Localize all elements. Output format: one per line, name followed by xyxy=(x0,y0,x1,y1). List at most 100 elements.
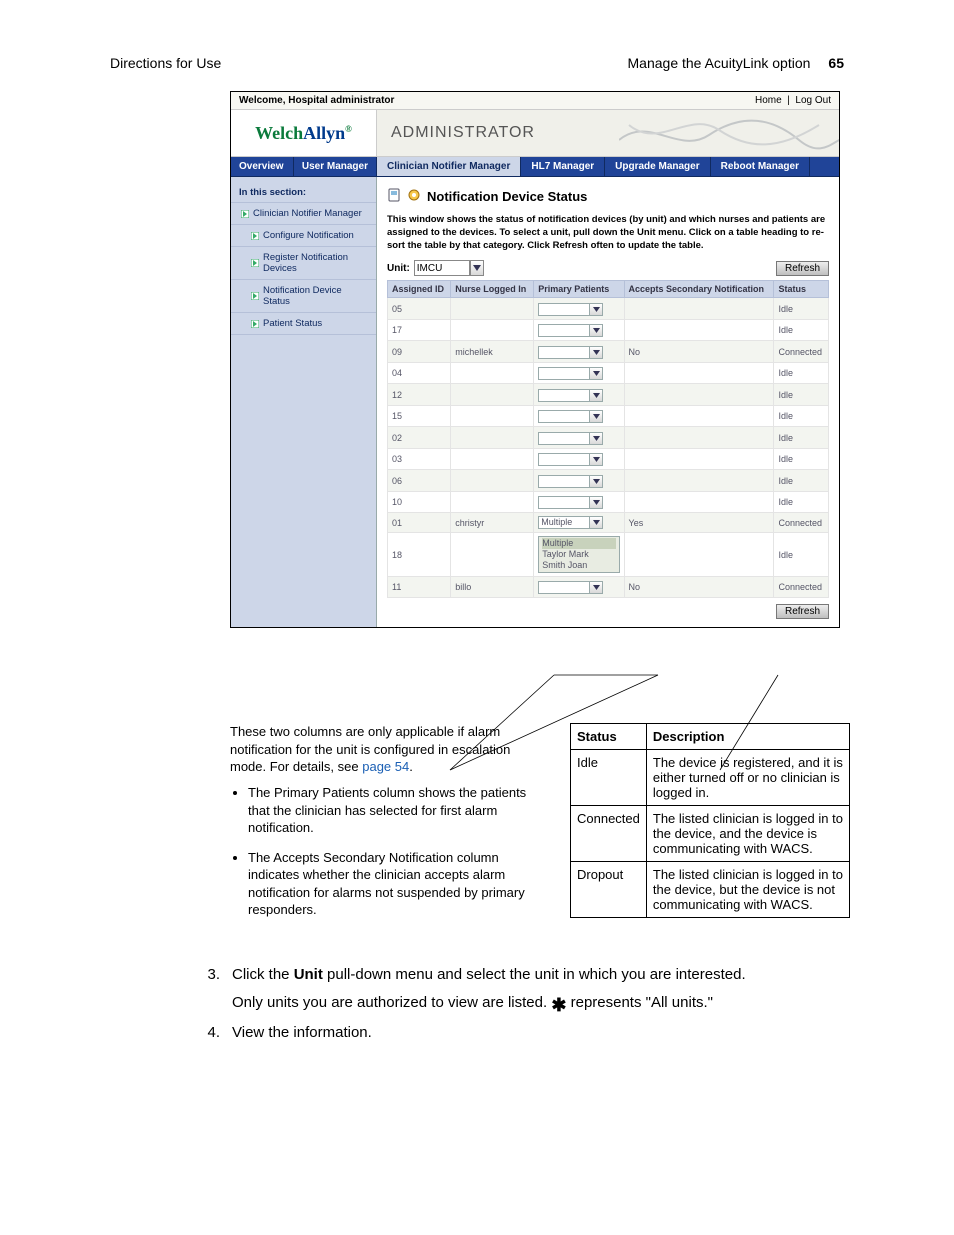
cell-assigned-id: 06 xyxy=(388,470,451,492)
chevron-down-icon xyxy=(589,411,602,422)
device-icon xyxy=(387,187,403,206)
logo-part2: Allyn xyxy=(303,123,345,143)
decorative-wave-icon xyxy=(619,110,839,156)
cell-assigned-id: 01 xyxy=(388,513,451,533)
admin-screenshot: Welcome, Hospital administrator Home | L… xyxy=(230,91,840,628)
logo-sup: ® xyxy=(345,124,352,134)
chevron-down-icon xyxy=(589,325,602,336)
unit-dropdown-button[interactable] xyxy=(470,260,484,276)
sidebar-label: Configure Notification xyxy=(263,230,354,241)
tab-clinician-notifier[interactable]: Clinician Notifier Manager xyxy=(377,157,521,176)
table-row: 12Idle xyxy=(388,384,829,406)
primary-patients-select[interactable] xyxy=(538,303,603,316)
tab-reboot-manager[interactable]: Reboot Manager xyxy=(711,157,810,176)
cell-nurse xyxy=(451,427,534,449)
tab-overview[interactable]: Overview xyxy=(231,157,294,176)
cell-assigned-id: 04 xyxy=(388,362,451,384)
table-row: 06 Idle xyxy=(388,470,829,492)
primary-patients-select[interactable] xyxy=(538,367,603,380)
cell-assigned-id: 02 xyxy=(388,427,451,449)
admin-title: ADMINISTRATOR xyxy=(377,110,839,156)
description-cell: The listed clinician is logged in to the… xyxy=(646,862,849,918)
col-secondary[interactable]: Accepts Secondary Notification xyxy=(624,281,774,298)
primary-patients-select[interactable] xyxy=(538,346,603,359)
step3-body: Click the Unit pull-down menu and select… xyxy=(232,963,840,987)
primary-patients-list[interactable]: MultipleTaylor MarkSmith Joan xyxy=(538,536,619,572)
arrow-right-icon xyxy=(251,292,259,300)
description-col-header: Description xyxy=(646,724,849,750)
cell-secondary xyxy=(624,405,774,427)
cell-assigned-id: 17 xyxy=(388,319,451,341)
col-status[interactable]: Status xyxy=(774,281,829,298)
tab-user-manager[interactable]: User Manager xyxy=(294,157,376,176)
sidebar-item-patient-status[interactable]: Patient Status xyxy=(231,312,376,335)
primary-patients-select[interactable] xyxy=(538,581,603,594)
col-nurse[interactable]: Nurse Logged In xyxy=(451,281,534,298)
table-row: 10Idle xyxy=(388,491,829,513)
brand-row: WelchAllyn® ADMINISTRATOR xyxy=(231,110,839,157)
sidebar-item-register-devices[interactable]: Register Notification Devices xyxy=(231,246,376,279)
sidebar-label: Patient Status xyxy=(263,318,322,329)
header-section-title: Manage the AcuityLink option xyxy=(628,55,811,71)
logo-cell: WelchAllyn® xyxy=(231,110,377,156)
cell-assigned-id: 05 xyxy=(388,298,451,320)
cell-assigned-id: 09 xyxy=(388,341,451,363)
primary-patients-select[interactable] xyxy=(538,475,603,488)
chevron-down-icon xyxy=(589,304,602,315)
cell-secondary xyxy=(624,362,774,384)
status-cell: Dropout xyxy=(571,862,647,918)
app-topbar: Welcome, Hospital administrator Home | L… xyxy=(231,92,839,110)
bullet-secondary-notification: The Accepts Secondary Notification colum… xyxy=(248,849,540,919)
sidebar-item-device-status[interactable]: Notification Device Status xyxy=(231,279,376,312)
cell-nurse: christyr xyxy=(451,513,534,533)
cell-status: Idle xyxy=(774,319,829,341)
cell-status: Idle xyxy=(774,470,829,492)
cell-assigned-id: 03 xyxy=(388,448,451,470)
chevron-down-icon xyxy=(473,265,481,271)
page-link[interactable]: page 54 xyxy=(362,759,409,774)
primary-patients-select[interactable] xyxy=(538,410,603,423)
steps: 3. Click the Unit pull-down menu and sel… xyxy=(200,963,840,1045)
unit-input[interactable] xyxy=(414,260,470,276)
step3-sub: Only units you are authorized to view ar… xyxy=(232,991,840,1015)
sidebar-item-clinician-notifier[interactable]: Clinician Notifier Manager xyxy=(231,202,376,224)
main-tabs: Overview User Manager Clinician Notifier… xyxy=(231,157,839,177)
primary-patients-select[interactable] xyxy=(538,496,603,509)
step4-body: View the information. xyxy=(232,1021,840,1045)
status-bell-icon xyxy=(405,187,421,206)
chevron-down-icon xyxy=(589,497,602,508)
refresh-button-top[interactable]: Refresh xyxy=(776,261,829,276)
primary-patients-select[interactable] xyxy=(538,453,603,466)
unit-label: Unit: xyxy=(387,263,410,274)
table-row: 15Idle xyxy=(388,405,829,427)
admin-title-text: ADMINISTRATOR xyxy=(391,124,535,142)
sidebar-label: Clinician Notifier Manager xyxy=(253,208,362,219)
cell-primary xyxy=(534,362,624,384)
primary-patients-select[interactable] xyxy=(538,432,603,445)
tab-upgrade-manager[interactable]: Upgrade Manager xyxy=(605,157,710,176)
cell-nurse: billo xyxy=(451,576,534,598)
cell-status: Idle xyxy=(774,448,829,470)
col-primary[interactable]: Primary Patients xyxy=(534,281,624,298)
tab-hl7-manager[interactable]: HL7 Manager xyxy=(521,157,605,176)
cell-primary xyxy=(534,470,624,492)
cell-secondary: Yes xyxy=(624,513,774,533)
primary-patients-select[interactable] xyxy=(538,389,603,402)
cell-primary: MultipleTaylor MarkSmith Joan xyxy=(534,533,624,576)
refresh-button-bottom[interactable]: Refresh xyxy=(776,604,829,619)
cell-secondary xyxy=(624,427,774,449)
logout-link[interactable]: Log Out xyxy=(795,95,831,106)
step4-number: 4. xyxy=(200,1021,220,1045)
status-row: DropoutThe listed clinician is logged in… xyxy=(571,862,850,918)
primary-patients-select[interactable]: Multiple xyxy=(538,516,603,529)
primary-patients-select[interactable] xyxy=(538,324,603,337)
chevron-down-icon xyxy=(589,582,602,593)
col-assigned-id[interactable]: Assigned ID xyxy=(388,281,451,298)
cell-status: Idle xyxy=(774,384,829,406)
cell-status: Connected xyxy=(774,341,829,363)
welcome-text: Welcome, Hospital administrator xyxy=(239,95,394,106)
home-link[interactable]: Home xyxy=(755,95,782,106)
cell-secondary xyxy=(624,470,774,492)
step3-number: 3. xyxy=(200,963,220,987)
sidebar-item-configure-notification[interactable]: Configure Notification xyxy=(231,224,376,246)
